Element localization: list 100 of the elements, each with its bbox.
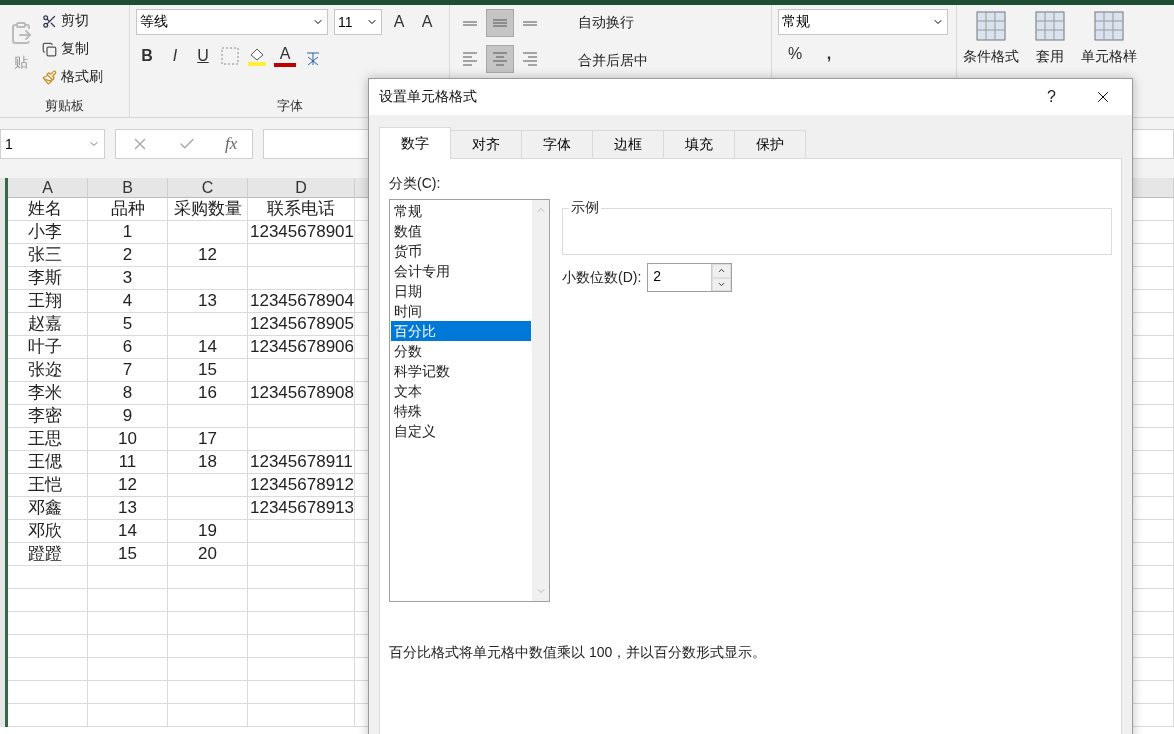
table-cell: 赵嘉 [8, 313, 88, 336]
table-cell: 13 [88, 497, 168, 520]
list-item[interactable]: 日期 [391, 281, 531, 301]
group-label: 字体 [276, 98, 303, 113]
align-center-icon [492, 52, 508, 66]
table-cell: 小李 [8, 221, 88, 244]
font-size-field[interactable]: 11 [334, 9, 382, 35]
list-item[interactable]: 分数 [391, 341, 531, 361]
table-cell: 15 [88, 543, 168, 566]
dialog-title: 设置单元格格式 [379, 88, 477, 106]
shrink-font-button[interactable]: A [416, 13, 438, 31]
table-cell: 4 [88, 290, 168, 313]
table-cell: 20 [168, 543, 248, 566]
font-color-button[interactable]: A [274, 45, 296, 67]
table-cell: 李米 [8, 382, 88, 405]
insert-function-button[interactable]: fx [225, 134, 238, 154]
table-cell: 11 [88, 451, 168, 474]
table-cell: 7 [88, 359, 168, 382]
category-label: 分类(C): [389, 175, 442, 193]
table-cell: 12345678901 [248, 221, 355, 244]
table-cell: 12345678913 [248, 497, 355, 520]
group-label: 剪贴板 [45, 98, 84, 113]
category-list[interactable]: 常规 数值 货币 会计专用 日期 时间 百分比 分数 科学记数 文本 特殊 自定义 [389, 199, 550, 602]
table-cell: 联系电话 [248, 198, 355, 221]
row-header[interactable] [0, 178, 8, 198]
format-description: 百分比格式将单元格中数值乘以 100，并以百分数形式显示。 [389, 644, 768, 662]
grow-font-button[interactable]: A [388, 13, 410, 31]
format-painter-button[interactable]: 格式刷 [42, 65, 103, 89]
table-cell: 王思 [8, 428, 88, 451]
list-item[interactable]: 自定义 [391, 421, 531, 441]
table-cell: 12 [168, 244, 248, 267]
scissors-icon [42, 13, 57, 29]
decimal-places-field[interactable]: 2 [647, 263, 733, 292]
list-item[interactable]: 特殊 [391, 401, 531, 421]
table-cell: 邓鑫 [8, 497, 88, 520]
table-cell: 15 [168, 359, 248, 382]
table-cell: 6 [88, 336, 168, 359]
list-item[interactable]: 文本 [391, 381, 531, 401]
table-cell: 3 [88, 267, 168, 290]
table-cell: 王恺 [8, 474, 88, 497]
align-middle-icon [492, 19, 508, 27]
table-cell: 12345678904 [248, 290, 355, 313]
table-cell: 12345678906 [248, 336, 355, 359]
table-cell: 蹬蹬 [8, 543, 88, 566]
table-cell: 李密 [8, 405, 88, 428]
italic-button[interactable]: I [164, 47, 186, 65]
wrap-text-button[interactable]: 自动换行 [578, 11, 648, 35]
table-cell: 2 [88, 244, 168, 267]
table-cell: 张迩 [8, 359, 88, 382]
underline-button[interactable]: U [192, 47, 214, 65]
table-cell: 12345678905 [248, 313, 355, 336]
table-cell: 品种 [88, 198, 168, 221]
align-left-icon [462, 52, 478, 66]
table-cell: 18 [168, 451, 248, 474]
align-bottom-icon [522, 20, 538, 26]
table-cell: 邓欣 [8, 520, 88, 543]
help-button[interactable]: ? [1047, 88, 1056, 106]
styles-button[interactable]: 套用 [1036, 45, 1064, 69]
list-item[interactable]: 数值 [391, 221, 531, 241]
table-cell: 张三 [8, 244, 88, 267]
list-item[interactable]: 货币 [391, 241, 531, 261]
paintbrush-icon [42, 69, 57, 85]
table-cell: 叶子 [8, 336, 88, 359]
table-cell: 14 [168, 336, 248, 359]
name-box[interactable]: 1 [0, 129, 105, 159]
table-cell: 王翔 [8, 290, 88, 313]
copy-button[interactable]: 复制 [42, 37, 103, 61]
sample-label: 示例 [570, 199, 600, 217]
table-cell: 10 [88, 428, 168, 451]
cut-button[interactable]: 剪切 [42, 9, 103, 33]
percent-button[interactable]: % [784, 45, 806, 63]
merge-center-button[interactable]: 合并后居中 [578, 49, 648, 73]
list-item[interactable]: 常规 [391, 201, 531, 221]
column-header[interactable]: B [88, 178, 168, 198]
table-cell: 8 [88, 382, 168, 405]
decimal-places-label: 小数位数(D): [562, 268, 642, 287]
table-cell: 13 [168, 290, 248, 313]
font-name-field[interactable]: 等线 [136, 9, 328, 35]
table-cell: 12345678911 [248, 451, 355, 474]
list-item[interactable]: 科学记数 [391, 361, 531, 381]
comma-button[interactable]: , [818, 45, 840, 63]
table-cell: 19 [168, 520, 248, 543]
column-header[interactable]: C [168, 178, 248, 198]
table-cell: 王偲 [8, 451, 88, 474]
table-cell: 12345678908 [248, 382, 355, 405]
styles-button[interactable]: 单元格样 [1081, 45, 1137, 69]
tab[interactable]: 数字 [379, 127, 451, 159]
list-item[interactable]: 时间 [391, 301, 531, 321]
row-header[interactable] [0, 704, 8, 727]
list-item[interactable]: 会计专用 [391, 261, 531, 281]
bold-button[interactable]: B [136, 47, 158, 65]
column-header[interactable]: A [8, 178, 88, 198]
list-item[interactable]: 百分比 [391, 321, 531, 341]
align-right-icon [522, 52, 538, 66]
styles-button[interactable]: 条件格式 [963, 45, 1019, 69]
table-cell: 5 [88, 313, 168, 336]
align-top-icon [462, 20, 478, 26]
number-format-field[interactable]: 常规 [778, 9, 948, 35]
tab[interactable]: 保护 [734, 130, 806, 159]
column-header[interactable]: D [248, 178, 355, 198]
